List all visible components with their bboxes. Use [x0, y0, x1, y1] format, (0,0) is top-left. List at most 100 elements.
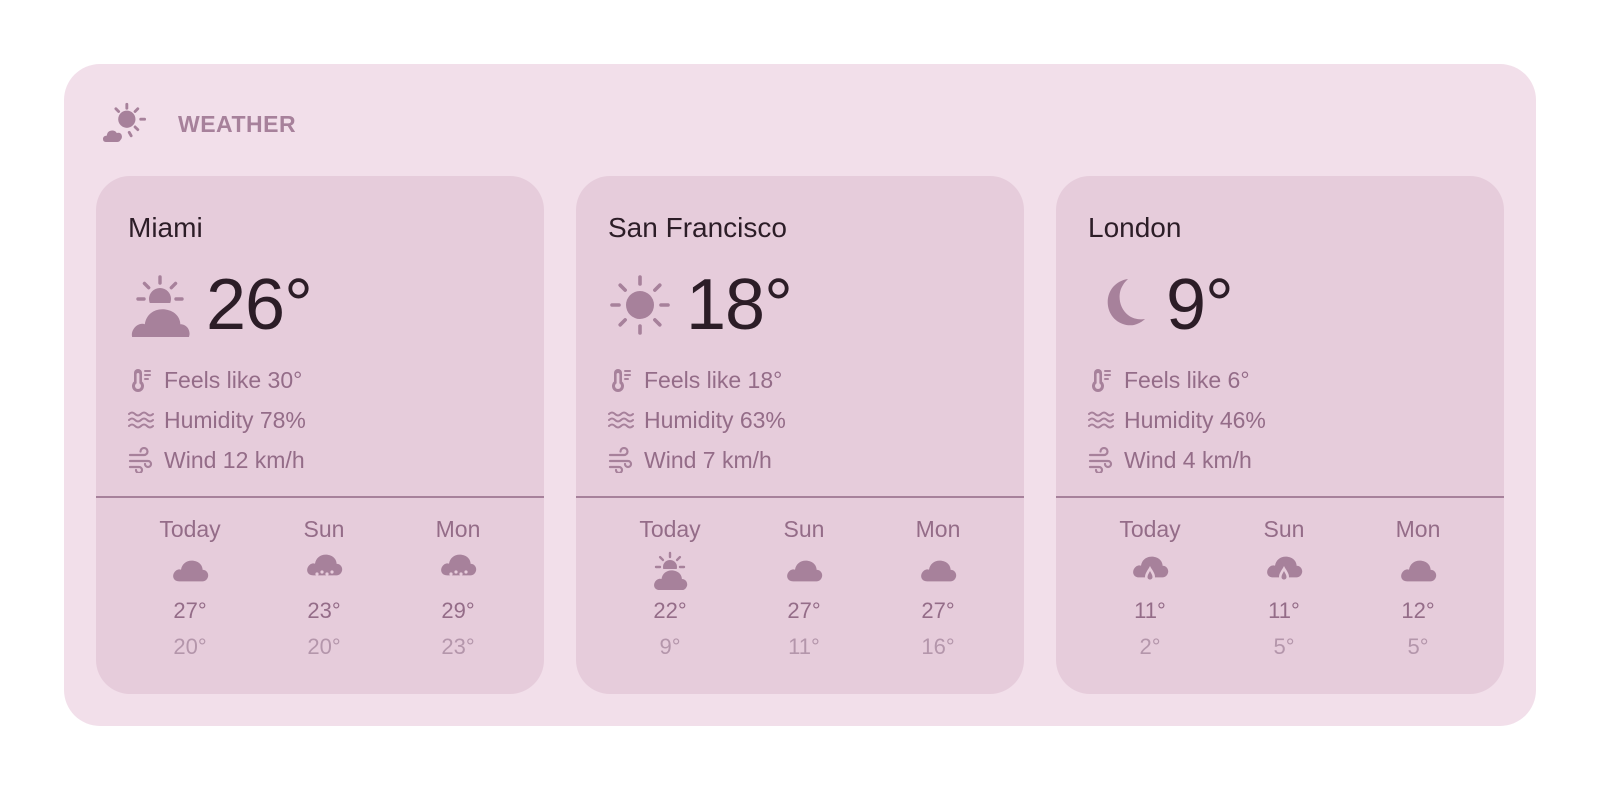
high-temp: 27°: [921, 598, 955, 623]
day-name: Mon: [1395, 516, 1441, 542]
humidity-row: Humidity 78%: [128, 400, 306, 440]
forecast: Today 27° 20° Sun 23° 20° Mon 29° 23°: [128, 512, 520, 664]
high-temp: 29°: [441, 598, 475, 623]
low-temp: 20°: [307, 634, 341, 659]
stats-list: Feels like 30° Humidity 78% Wind 12 km/h: [128, 360, 306, 480]
weather-widget: WEATHER Miami 26° Feels like 30° Humidit…: [64, 64, 1536, 726]
day-name: Today: [159, 516, 221, 542]
city-card-miami[interactable]: Miami 26° Feels like 30° Humidity 78% Wi…: [96, 176, 544, 694]
current-conditions: 18°: [608, 260, 793, 350]
high-temp: 11°: [1268, 598, 1300, 623]
forecast-day: Sun 11° 5°: [1222, 512, 1346, 664]
humidity-text: Humidity 46%: [1124, 406, 1266, 433]
low-temp: 23°: [441, 634, 475, 659]
rain-cloud-icon: [441, 554, 477, 586]
humidity-waves-icon: [1088, 411, 1114, 429]
thermometer-icon: [612, 369, 631, 392]
widget-title: WEATHER: [178, 110, 297, 137]
current-temperature: 9°: [1166, 265, 1234, 345]
forecast-day: Sun 23° 20°: [262, 512, 386, 664]
city-cards: Miami 26° Feels like 30° Humidity 78% Wi…: [96, 176, 1504, 694]
feels-like-row: Feels like 18°: [608, 360, 786, 400]
high-temp: 23°: [307, 598, 341, 623]
stats-list: Feels like 6° Humidity 46% Wind 4 km/h: [1088, 360, 1266, 480]
current-conditions: 9°: [1088, 260, 1234, 350]
partly-cloudy-icon: [100, 102, 146, 145]
high-temp: 11°: [1134, 598, 1166, 623]
low-temp: 20°: [173, 634, 207, 659]
divider: [96, 496, 544, 498]
thermometer-icon: [132, 369, 151, 392]
forecast-day: Mon 12° 5°: [1356, 512, 1480, 664]
city-name: San Francisco: [608, 212, 787, 243]
humidity-text: Humidity 78%: [164, 406, 306, 433]
day-name: Mon: [435, 516, 481, 542]
current-conditions: 26°: [128, 260, 313, 350]
feels-like-text: Feels like 30°: [164, 366, 303, 393]
wind-icon: [1088, 447, 1113, 473]
day-name: Today: [1119, 516, 1181, 542]
forecast: Today 22° 9° Sun 27° 11° Mon 27° 16°: [608, 512, 1000, 664]
city-name: Miami: [128, 212, 203, 243]
widget-header: WEATHER: [100, 96, 296, 152]
sun-icon: [610, 275, 670, 335]
forecast-day: Today 22° 9°: [608, 512, 732, 664]
humidity-waves-icon: [128, 411, 154, 429]
wind-row: Wind 4 km/h: [1088, 440, 1266, 480]
low-temp: 5°: [1273, 634, 1295, 659]
cloud-icon: [921, 560, 957, 582]
cloud-icon: [787, 560, 823, 582]
humidity-row: Humidity 63%: [608, 400, 786, 440]
wind-text: Wind 4 km/h: [1124, 446, 1252, 473]
sun-cloud-icon: [128, 275, 192, 337]
current-temperature: 26°: [206, 265, 313, 345]
low-temp: 5°: [1407, 634, 1429, 659]
humidity-text: Humidity 63%: [644, 406, 786, 433]
city-name: London: [1088, 212, 1182, 243]
drizzle-cloud-icon: [1133, 556, 1169, 582]
feels-like-row: Feels like 30°: [128, 360, 306, 400]
forecast-day: Sun 27° 11°: [742, 512, 866, 664]
cloud-icon: [173, 560, 209, 582]
wind-row: Wind 12 km/h: [128, 440, 306, 480]
day-name: Sun: [303, 516, 345, 542]
forecast-day: Mon 29° 23°: [396, 512, 520, 664]
day-name: Mon: [915, 516, 961, 542]
thermometer-icon: [1092, 369, 1111, 392]
low-temp: 2°: [1139, 634, 1161, 659]
city-card-london[interactable]: London 9° Feels like 6° Humidity 46% Win…: [1056, 176, 1504, 694]
feels-like-text: Feels like 18°: [644, 366, 783, 393]
forecast: Today 11° 2° Sun 11° 5° Mon 12° 5°: [1088, 512, 1480, 664]
feels-like-row: Feels like 6°: [1088, 360, 1266, 400]
city-card-san-francisco[interactable]: San Francisco 18° Feels like 18° Humidit…: [576, 176, 1024, 694]
humidity-row: Humidity 46%: [1088, 400, 1266, 440]
sun-cloud-icon: [650, 551, 690, 590]
high-temp: 27°: [173, 598, 207, 623]
stats-list: Feels like 18° Humidity 63% Wind 7 km/h: [608, 360, 786, 480]
forecast-day: Today 11° 2°: [1088, 512, 1212, 664]
humidity-waves-icon: [608, 411, 634, 429]
high-temp: 22°: [653, 598, 687, 623]
forecast-day: Today 27° 20°: [128, 512, 252, 664]
moon-icon: [1107, 279, 1145, 326]
divider: [576, 496, 1024, 498]
rain-cloud-icon: [307, 554, 343, 586]
cloud-icon: [1401, 560, 1437, 582]
day-name: Sun: [1263, 516, 1305, 542]
divider: [1056, 496, 1504, 498]
low-temp: 11°: [788, 634, 820, 659]
current-temperature: 18°: [686, 265, 793, 345]
wind-icon: [608, 447, 633, 473]
drizzle-cloud-icon: [1267, 556, 1303, 582]
wind-row: Wind 7 km/h: [608, 440, 786, 480]
low-temp: 9°: [659, 634, 681, 659]
wind-text: Wind 12 km/h: [164, 446, 305, 473]
high-temp: 12°: [1401, 598, 1435, 623]
high-temp: 27°: [787, 598, 821, 623]
wind-text: Wind 7 km/h: [644, 446, 772, 473]
wind-icon: [128, 447, 153, 473]
feels-like-text: Feels like 6°: [1124, 366, 1250, 393]
forecast-day: Mon 27° 16°: [876, 512, 1000, 664]
low-temp: 16°: [921, 634, 955, 659]
day-name: Sun: [783, 516, 825, 542]
